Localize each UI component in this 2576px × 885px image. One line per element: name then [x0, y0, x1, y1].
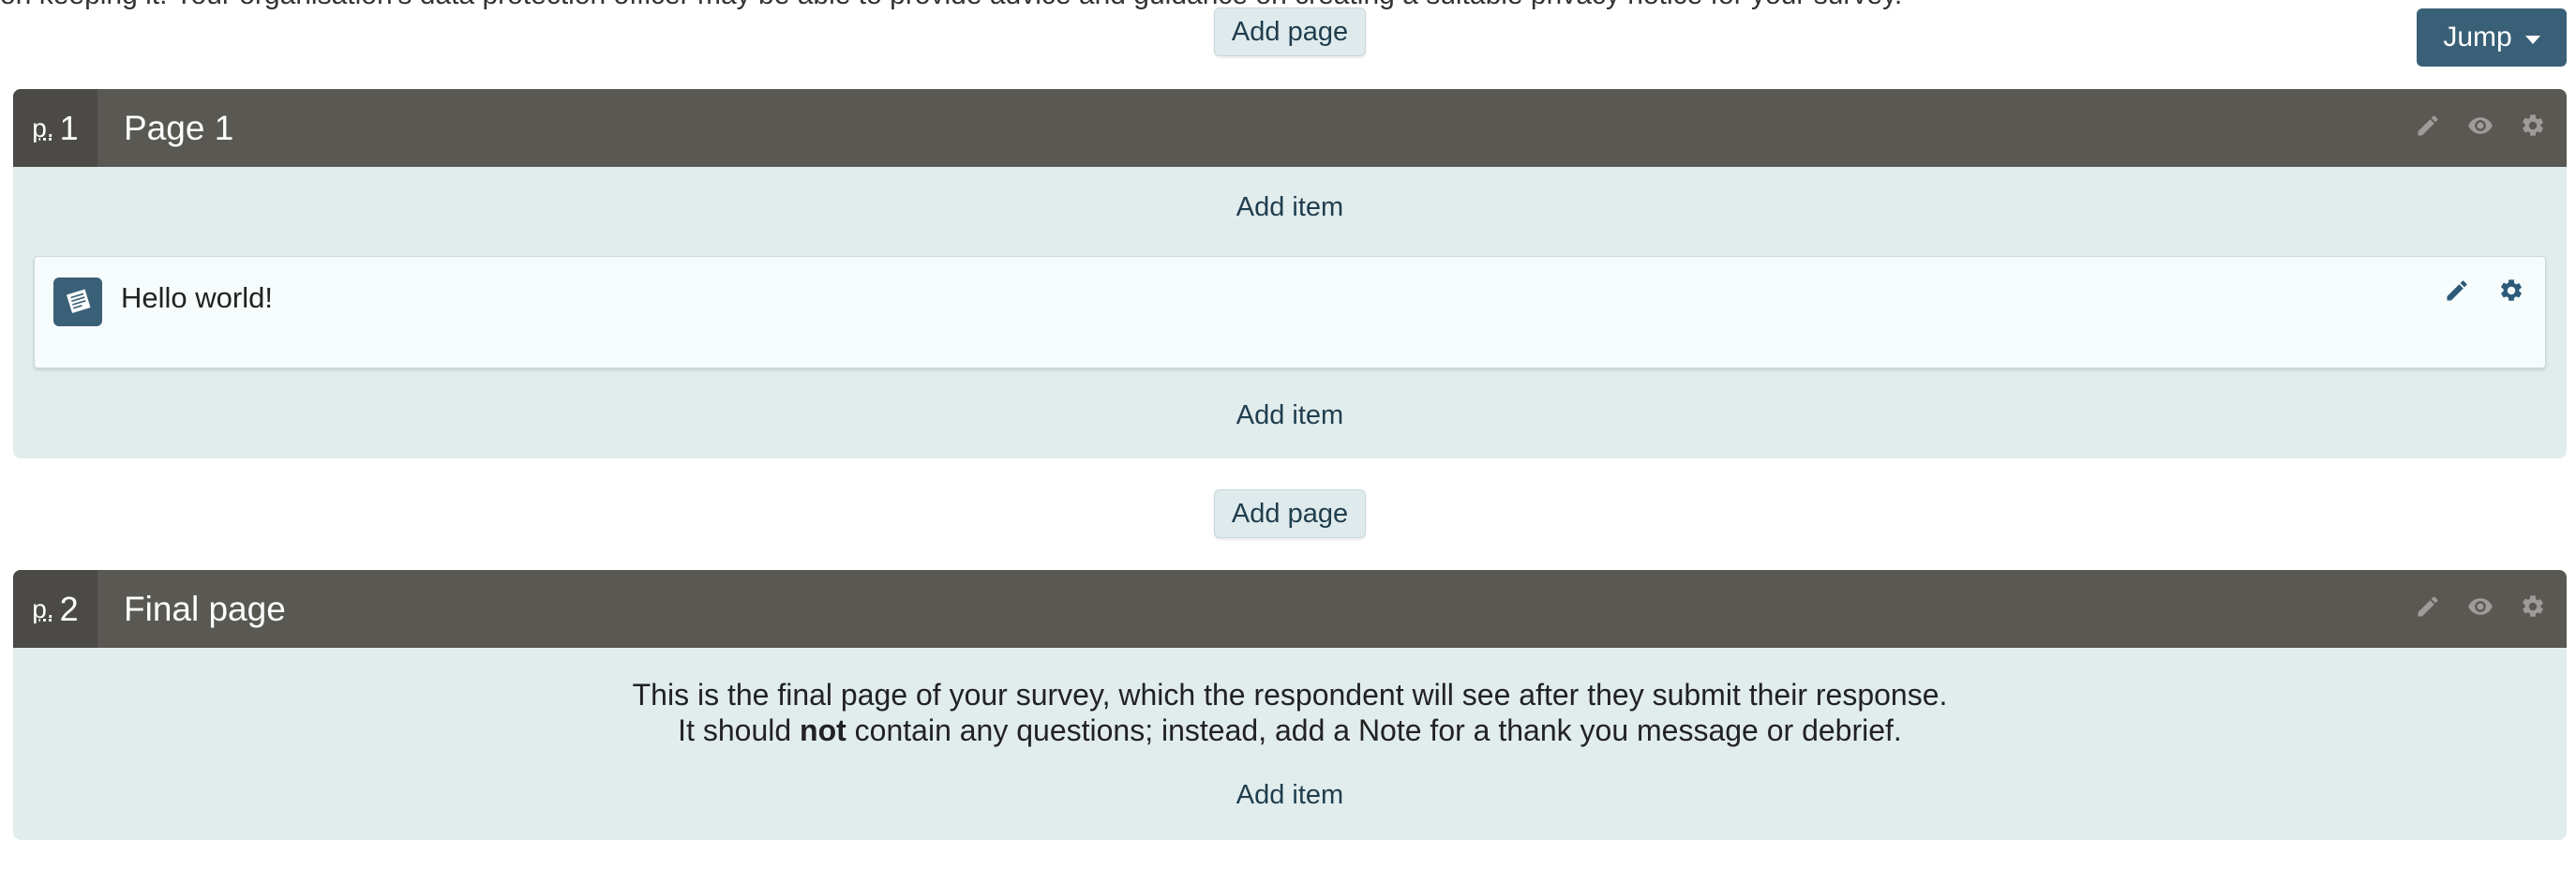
- page-number: 2: [59, 589, 79, 628]
- page-panel-2: p. 2 Final page This is the final page o…: [13, 570, 2567, 840]
- page-panel-1: p. 1 Page 1 Add item Hello world! Add it…: [13, 89, 2567, 458]
- caret-down-icon: [2524, 35, 2540, 44]
- eye-icon[interactable]: [2467, 593, 2494, 624]
- survey-editor: on keeping it. Your organisation's data …: [0, 0, 2576, 885]
- jump-label: Jump: [2443, 22, 2512, 52]
- gear-icon[interactable]: [2520, 112, 2546, 143]
- page-header-actions: [2415, 570, 2546, 648]
- note-icon: [53, 278, 102, 326]
- item-card-note[interactable]: Hello world!: [34, 256, 2546, 368]
- page-number-badge: p. 1: [13, 89, 97, 167]
- page-title: Page 1: [124, 108, 234, 147]
- final-page-description: This is the final page of your survey, w…: [13, 677, 2567, 748]
- pencil-icon[interactable]: [2415, 593, 2441, 624]
- add-item-button-bottom[interactable]: Add item: [13, 400, 2567, 431]
- jump-button[interactable]: Jump: [2417, 8, 2567, 67]
- add-page-button-middle[interactable]: Add page: [1214, 489, 1366, 538]
- final-description-post: contain any questions; instead, add a No…: [846, 713, 1902, 747]
- page-abbr: p.: [32, 593, 54, 623]
- gear-icon[interactable]: [2498, 278, 2524, 308]
- page-header-1: p. 1 Page 1: [13, 89, 2567, 167]
- page-title: Final page: [124, 589, 286, 628]
- add-page-button-top[interactable]: Add page: [1214, 8, 1366, 56]
- page-number: 1: [59, 108, 79, 147]
- gear-icon[interactable]: [2520, 593, 2546, 624]
- add-item-button-final[interactable]: Add item: [13, 780, 2567, 811]
- final-description-pre: It should: [678, 713, 801, 747]
- page-header-2: p. 2 Final page: [13, 570, 2567, 648]
- final-description-line1: This is the final page of your survey, w…: [632, 678, 1948, 712]
- eye-icon[interactable]: [2467, 112, 2494, 143]
- page-number-badge: p. 2: [13, 570, 97, 648]
- final-description-line2: It should not contain any questions; ins…: [13, 712, 2567, 748]
- item-text: Hello world!: [121, 281, 273, 314]
- page-abbr: p.: [32, 112, 54, 142]
- add-item-button-top[interactable]: Add item: [13, 192, 2567, 223]
- final-description-bold: not: [800, 713, 846, 747]
- pencil-icon[interactable]: [2415, 112, 2441, 143]
- page-header-actions: [2415, 89, 2546, 167]
- item-actions: [2444, 278, 2524, 308]
- pencil-icon[interactable]: [2444, 278, 2470, 308]
